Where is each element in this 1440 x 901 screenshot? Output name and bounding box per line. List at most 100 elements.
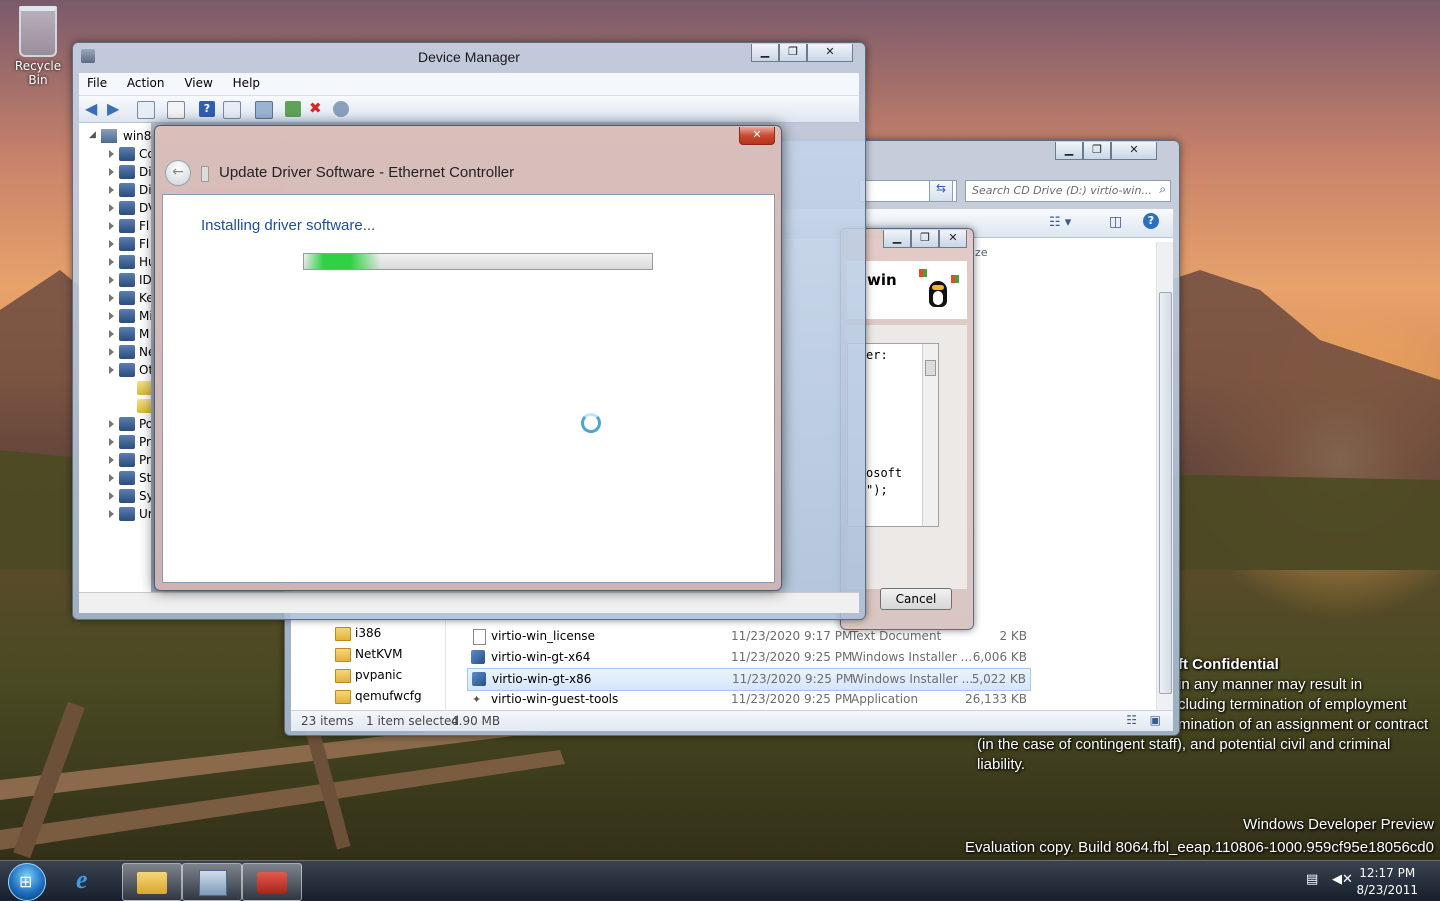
maximize-button[interactable]: ❐ bbox=[911, 230, 939, 248]
menu-view[interactable]: View bbox=[176, 73, 220, 93]
expand-icon[interactable] bbox=[109, 312, 114, 320]
expand-icon[interactable] bbox=[109, 258, 114, 266]
close-button[interactable]: ✕ bbox=[1111, 142, 1157, 160]
tree-category[interactable]: Ne bbox=[79, 343, 151, 361]
tree-category[interactable]: St bbox=[79, 469, 151, 487]
minimize-button[interactable]: ▁ bbox=[1055, 142, 1083, 160]
taskbar-internet-explorer[interactable]: e bbox=[62, 863, 120, 899]
tree-category[interactable]: Mi bbox=[79, 307, 151, 325]
preview-pane-icon[interactable]: ◫ bbox=[1109, 214, 1122, 230]
textbox-scrollbar[interactable] bbox=[922, 344, 938, 526]
device-manager-titlebar[interactable]: Device Manager bbox=[73, 43, 865, 71]
tree-category[interactable]: Hu bbox=[79, 253, 151, 271]
maximize-button[interactable]: ❐ bbox=[1083, 142, 1111, 160]
back-arrow-icon[interactable]: ◀ bbox=[85, 99, 101, 118]
back-button[interactable]: ← bbox=[165, 160, 191, 186]
properties-icon[interactable] bbox=[167, 101, 185, 119]
code-line: "); bbox=[866, 483, 888, 497]
column-header-size-partial[interactable]: ze bbox=[975, 246, 988, 259]
tree-category[interactable]: Fl bbox=[79, 235, 151, 253]
tiles-view-icon[interactable]: ▣ bbox=[1150, 713, 1161, 727]
close-button[interactable]: ✕ bbox=[939, 230, 967, 248]
nav-folder-pvpanic[interactable]: pvpanic bbox=[355, 668, 402, 682]
vertical-scrollbar[interactable] bbox=[1156, 242, 1173, 710]
close-button[interactable]: ✕ bbox=[807, 44, 853, 62]
help-icon[interactable]: ? bbox=[1143, 213, 1159, 229]
menu-help[interactable]: Help bbox=[225, 73, 268, 93]
taskbar-explorer[interactable] bbox=[122, 863, 182, 901]
console-tree-icon[interactable] bbox=[137, 101, 155, 119]
scan-hardware-icon[interactable] bbox=[255, 101, 273, 119]
update-driver-icon[interactable] bbox=[285, 101, 301, 117]
file-row[interactable]: virtio-win-gt-x64 11/23/2020 9:25 PM Win… bbox=[467, 647, 1031, 668]
tree-category[interactable]: Po bbox=[79, 415, 151, 433]
tree-category[interactable]: M bbox=[79, 325, 151, 343]
nav-folder-qemufwcfg[interactable]: qemufwcfg bbox=[355, 689, 422, 703]
uninstall-icon[interactable]: ✖ bbox=[309, 99, 325, 117]
minimize-button[interactable]: ▁ bbox=[883, 230, 911, 248]
file-row-selected[interactable]: virtio-win-gt-x86 11/23/2020 9:25 PM Win… bbox=[467, 668, 1031, 691]
tree-category[interactable]: Ur bbox=[79, 505, 151, 523]
cancel-button[interactable]: Cancel bbox=[880, 588, 952, 610]
expand-icon[interactable] bbox=[109, 204, 114, 212]
scrollbar-thumb[interactable] bbox=[1159, 292, 1172, 694]
menu-file[interactable]: File bbox=[79, 73, 115, 93]
expand-icon[interactable] bbox=[109, 366, 114, 374]
expand-icon[interactable] bbox=[109, 168, 114, 176]
tree-category[interactable]: DV bbox=[79, 199, 151, 217]
details-view-icon[interactable]: ☷ bbox=[1126, 713, 1137, 727]
tree-category[interactable] bbox=[79, 397, 151, 415]
enable-device-icon[interactable] bbox=[333, 101, 349, 117]
expand-icon[interactable] bbox=[109, 330, 114, 338]
expand-icon[interactable] bbox=[109, 438, 114, 446]
tree-category[interactable]: Co bbox=[79, 145, 151, 163]
start-button[interactable]: ⊞ bbox=[8, 863, 46, 901]
refresh-icon[interactable]: ⇆ bbox=[929, 180, 953, 202]
nav-folder-i386[interactable]: i386 bbox=[355, 626, 381, 640]
expand-icon[interactable] bbox=[109, 510, 114, 518]
textbox-scrollbar-thumb[interactable] bbox=[925, 360, 936, 376]
tree-category[interactable]: Ke bbox=[79, 289, 151, 307]
taskbar-device-manager[interactable] bbox=[182, 863, 242, 901]
tree-category[interactable]: Pr bbox=[79, 433, 151, 451]
menu-action[interactable]: Action bbox=[119, 73, 173, 93]
expand-icon[interactable] bbox=[109, 150, 114, 158]
tree-category[interactable]: Fl bbox=[79, 217, 151, 235]
expand-icon[interactable] bbox=[109, 186, 114, 194]
minimize-button[interactable]: ▁ bbox=[751, 44, 779, 62]
expand-icon[interactable] bbox=[109, 456, 114, 464]
network-tray-icon[interactable]: ▤ bbox=[1306, 872, 1322, 888]
expand-icon[interactable] bbox=[109, 240, 114, 248]
expand-icon[interactable] bbox=[109, 348, 114, 356]
expand-icon[interactable] bbox=[109, 492, 114, 500]
tree-root[interactable]: ◢ win80 bbox=[79, 127, 151, 145]
taskbar-clock[interactable]: 12:17 PM 8/23/2011 bbox=[1356, 865, 1418, 899]
tree-category[interactable]: Sy bbox=[79, 487, 151, 505]
nav-folder-netkvm[interactable]: NetKVM bbox=[355, 647, 403, 661]
recycle-bin-desktop-icon[interactable]: Recycle Bin bbox=[6, 6, 70, 87]
tree-category[interactable]: Ot bbox=[79, 361, 151, 379]
taskbar-installer[interactable] bbox=[242, 863, 302, 901]
file-row[interactable]: ✦ virtio-win-guest-tools 11/23/2020 9:25… bbox=[467, 689, 1031, 710]
tree-category[interactable] bbox=[79, 379, 151, 397]
view-options-icon[interactable]: ☷ ▾ bbox=[1049, 215, 1071, 230]
expand-icon[interactable] bbox=[109, 294, 114, 302]
volume-muted-tray-icon[interactable]: ◀✕ bbox=[1332, 872, 1353, 888]
forward-arrow-icon[interactable]: ▶ bbox=[107, 99, 123, 118]
expand-icon[interactable] bbox=[109, 276, 114, 284]
expand-icon[interactable] bbox=[109, 474, 114, 482]
help-icon[interactable]: ? bbox=[199, 101, 215, 117]
watermark-line-1: ft Confidential bbox=[1178, 656, 1279, 673]
status-item-count: 23 items bbox=[301, 714, 354, 728]
tree-category[interactable]: Di bbox=[79, 163, 151, 181]
tree-category[interactable]: Pr bbox=[79, 451, 151, 469]
tree-category[interactable]: Di bbox=[79, 181, 151, 199]
close-button[interactable]: ✕ bbox=[739, 127, 775, 145]
expand-icon[interactable] bbox=[109, 222, 114, 230]
expand-icon[interactable] bbox=[109, 420, 114, 428]
show-hide-icon[interactable] bbox=[223, 101, 241, 119]
collapse-icon[interactable]: ◢ bbox=[89, 130, 96, 140]
maximize-button[interactable]: ❐ bbox=[779, 44, 807, 62]
tree-category[interactable]: ID bbox=[79, 271, 151, 289]
search-input[interactable]: Search CD Drive (D:) virtio-win... ⌕ bbox=[965, 180, 1171, 202]
